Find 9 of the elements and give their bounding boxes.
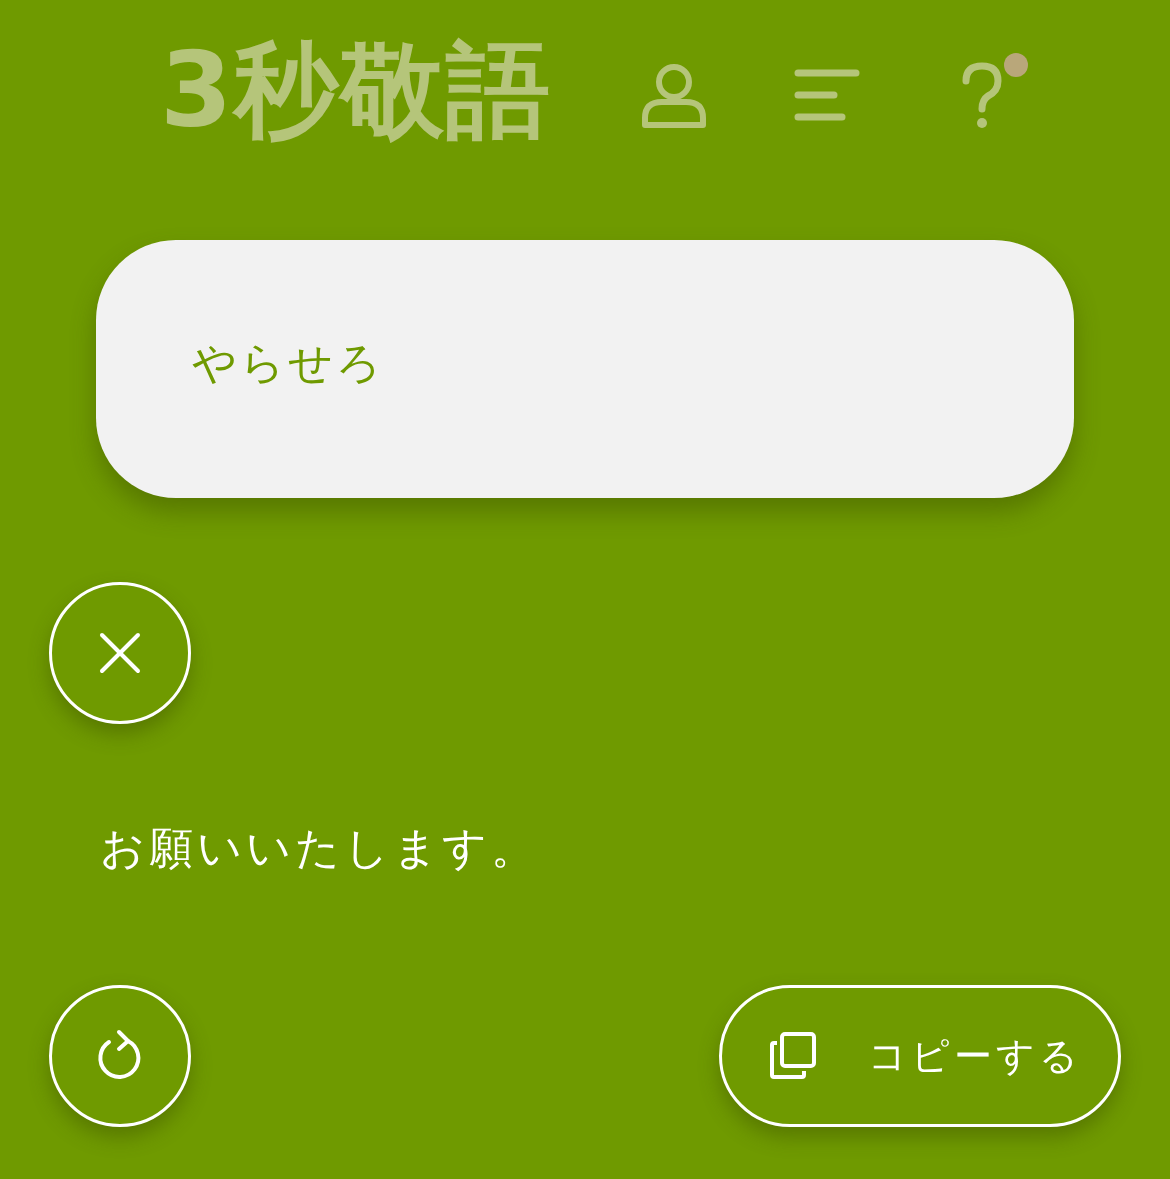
help-icon[interactable]: [960, 61, 1004, 129]
input-field[interactable]: やらせろ: [96, 240, 1074, 498]
copy-button[interactable]: コピーする: [719, 985, 1121, 1127]
menu-icon[interactable]: [794, 69, 860, 121]
close-icon: [98, 631, 142, 675]
app-logo: 3秒敬語: [160, 38, 554, 142]
copy-icon: [768, 1031, 818, 1081]
result-text: お願いいたします。: [100, 821, 540, 875]
user-icon[interactable]: [642, 62, 706, 128]
